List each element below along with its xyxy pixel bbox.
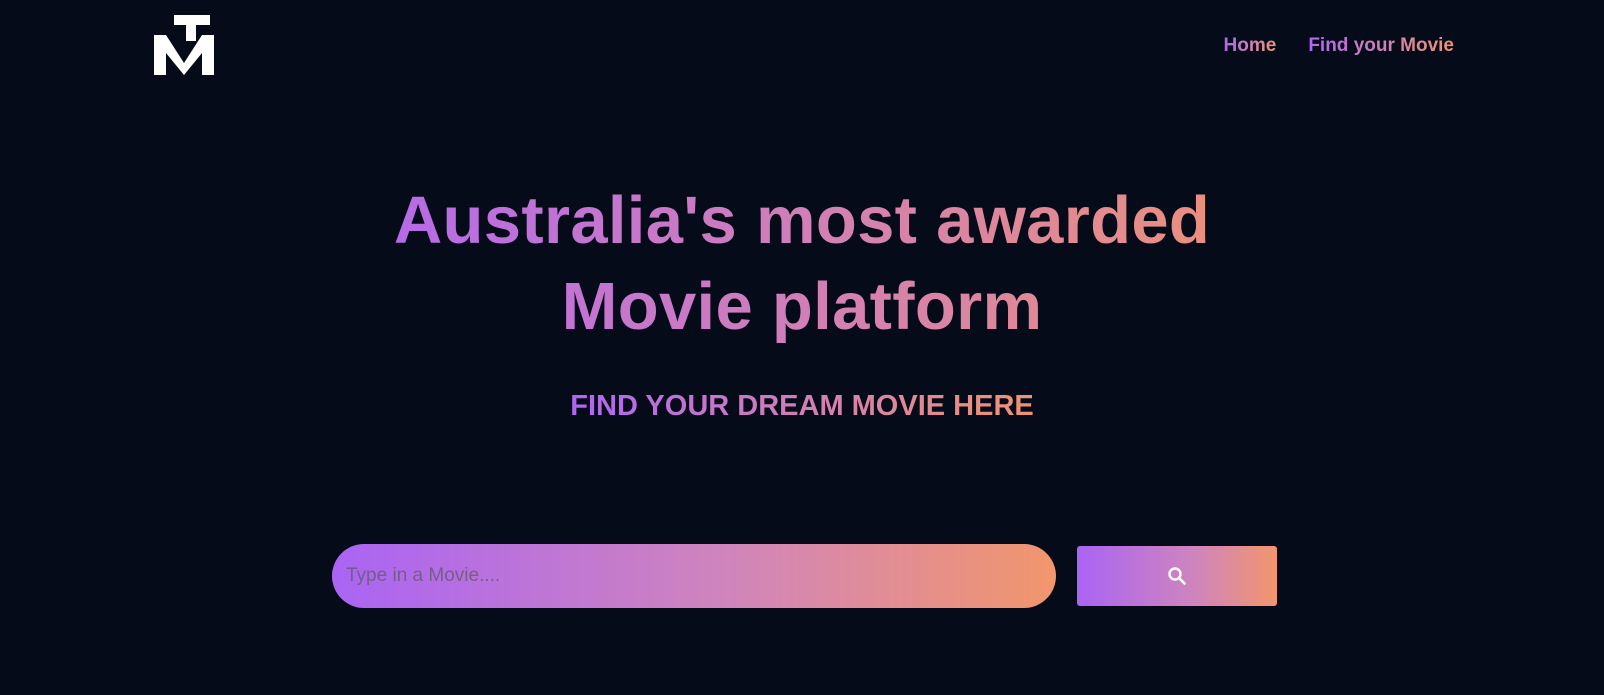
logo[interactable] <box>154 15 214 75</box>
search-button[interactable] <box>1077 546 1277 606</box>
movie-search-input[interactable] <box>332 544 1056 608</box>
nav-home-link[interactable]: Home <box>1224 34 1277 58</box>
hero-title: Australia's most awarded Movie platform <box>297 178 1307 350</box>
search-icon <box>1167 566 1187 586</box>
nav-find-movie-link[interactable]: Find your Movie <box>1308 34 1454 58</box>
subtitle-wrapper: FIND YOUR DREAM MOVIE HERE <box>0 388 1604 424</box>
hero-subtitle: FIND YOUR DREAM MOVIE HERE <box>570 390 1034 422</box>
main-nav: Home Find your Movie <box>1224 34 1454 58</box>
page: Home Find your Movie Australia's most aw… <box>0 0 1604 695</box>
hero-section: Australia's most awarded Movie platform <box>0 178 1604 350</box>
tm-logo-icon <box>154 15 214 75</box>
